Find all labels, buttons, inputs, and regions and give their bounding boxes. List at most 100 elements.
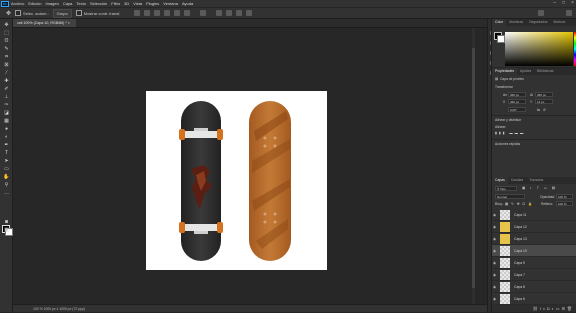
vertical-scrollbar[interactable] — [472, 28, 475, 304]
layer-row[interactable]: ◉ Capa 13 — [492, 233, 576, 245]
tab-swatches[interactable]: Muestras — [506, 19, 526, 26]
search-icon[interactable] — [538, 10, 544, 16]
opacity-field[interactable]: 100 % — [556, 194, 573, 199]
gradient-icon[interactable]: ▦ — [3, 118, 10, 124]
move-icon[interactable]: ✥ — [3, 22, 10, 28]
color-field[interactable] — [505, 32, 573, 66]
tab-color[interactable]: Color — [492, 19, 507, 26]
more-options-icon[interactable] — [200, 10, 207, 16]
brush-icon[interactable]: ✐ — [3, 86, 10, 92]
checkbox-box[interactable] — [75, 10, 82, 16]
document-tab[interactable]: vall 100% (Capa 10, RGB/8#) * × — [13, 19, 76, 27]
tab-paths[interactable]: Trazados — [526, 177, 546, 184]
pen-icon[interactable]: ✒ — [3, 142, 10, 148]
quick-mask-icon[interactable]: ◙ — [3, 219, 10, 225]
quick-actions-heading[interactable]: Acciones rápidas — [495, 142, 520, 146]
menu-imagen[interactable]: Imagen — [45, 0, 58, 7]
minimize-icon[interactable]: – — [553, 0, 556, 7]
layer-filter-dropdown[interactable]: ⚲ Tipo — [495, 186, 517, 191]
crop-icon[interactable]: ⌗ — [3, 54, 10, 60]
3d-slide-icon[interactable] — [246, 10, 253, 16]
align-right-icon[interactable] — [154, 10, 161, 16]
tab-adjustments[interactable]: Ajustes — [517, 68, 534, 75]
visibility-icon[interactable]: ◉ — [493, 285, 496, 289]
zoom-icon[interactable]: ⚲ — [3, 182, 10, 188]
align-top-icon[interactable] — [164, 10, 171, 16]
layer-filter-icons[interactable]: ▣ ◐ T ▭ ▤ — [522, 186, 557, 190]
healing-icon[interactable]: ✚ — [3, 78, 10, 84]
auto-select-dropdown[interactable]: Grupo — [52, 8, 72, 18]
layer-row[interactable]: ◉ Capa 9 — [492, 257, 576, 269]
tab-channels[interactable]: Canales — [508, 177, 526, 184]
fill-field[interactable]: 100 % — [556, 201, 573, 206]
3d-rotate-icon[interactable] — [226, 10, 233, 16]
type-icon[interactable]: T — [3, 150, 10, 156]
history-brush-icon[interactable]: ✑ — [3, 102, 10, 108]
menu-plugins[interactable]: Plugins — [146, 0, 159, 7]
lock-icons[interactable]: ▦ ✎ ✥ ⊡ 🔒 — [505, 202, 533, 206]
document-canvas[interactable] — [146, 91, 327, 270]
marquee-icon[interactable]: ⬚ — [3, 30, 10, 36]
eraser-icon[interactable]: ◪ — [3, 110, 10, 116]
tab-properties[interactable]: Propiedades — [492, 68, 518, 75]
visibility-icon[interactable]: ◉ — [493, 249, 496, 253]
eyedropper-icon[interactable]: ⁄ — [3, 70, 10, 76]
link-icon[interactable]: ⛓ — [533, 306, 540, 311]
align-buttons-icon[interactable]: ▮▮▮ ▬▬▬ — [495, 131, 525, 135]
layer-row[interactable]: ◉ Capa 11 — [492, 209, 576, 221]
transform-heading[interactable]: Transformar — [495, 85, 513, 89]
frame-icon[interactable]: ⊠ — [3, 62, 10, 68]
align-bottom-icon[interactable] — [184, 10, 191, 16]
visibility-icon[interactable]: ◉ — [493, 237, 496, 241]
fx-icon[interactable]: fx — [540, 306, 547, 311]
align-center-icon[interactable] — [144, 10, 151, 16]
visibility-icon[interactable]: ◉ — [493, 297, 496, 301]
delete-icon[interactable]: 🗑 — [567, 306, 574, 311]
menu-edicion[interactable]: Edición — [28, 0, 41, 7]
menu-3d[interactable]: 3D — [124, 0, 129, 7]
align-left-icon[interactable] — [134, 10, 141, 16]
tab-gradients[interactable]: Degradados — [526, 19, 550, 26]
workspace-icon[interactable] — [566, 10, 572, 16]
move-tool-icon[interactable]: ✥ — [6, 10, 11, 17]
menu-filtro[interactable]: Filtro — [111, 0, 120, 7]
quick-select-icon[interactable]: ✎ — [3, 46, 10, 52]
blur-icon[interactable]: ● — [3, 126, 10, 132]
visibility-icon[interactable]: ◉ — [493, 273, 496, 277]
x-field[interactable]: 360 px — [508, 99, 526, 104]
photoshop-logo-icon[interactable]: Ps — [1, 0, 9, 7]
path-select-icon[interactable]: ➤ — [3, 158, 10, 164]
blend-mode-dropdown[interactable]: Normal — [495, 194, 525, 199]
menu-archivo[interactable]: Archivo — [11, 0, 24, 7]
more-tools-icon[interactable]: … — [3, 190, 10, 196]
menu-seleccion[interactable]: Selección — [90, 0, 107, 7]
layer-row[interactable]: ◉ Capa 6 — [492, 293, 576, 305]
checkbox-box[interactable] — [15, 10, 22, 16]
align-middle-icon[interactable] — [174, 10, 181, 16]
lasso-icon[interactable]: ʘ — [3, 38, 10, 44]
visibility-icon[interactable]: ◉ — [493, 261, 496, 265]
visibility-icon[interactable]: ◉ — [493, 225, 496, 229]
layer-row[interactable]: ◉ Capa 7 — [492, 269, 576, 281]
menu-vista[interactable]: Vista — [133, 0, 142, 7]
show-transform-checkbox[interactable]: Mostrar contr. transf. — [75, 10, 120, 16]
screen-mode-icon[interactable]: ▣ — [3, 227, 10, 233]
y-field[interactable]: 14 px — [535, 99, 553, 104]
hand-icon[interactable]: ✋ — [3, 174, 10, 180]
color-panel-background[interactable] — [497, 35, 505, 43]
dodge-icon[interactable]: ◐ — [3, 134, 10, 140]
shape-icon[interactable]: ▭ — [3, 166, 10, 172]
width-field[interactable]: 360 px — [508, 92, 526, 97]
tab-layers[interactable]: Capas — [492, 177, 508, 184]
flip-horizontal-icon[interactable]: ⇋ — [537, 108, 540, 112]
align-heading[interactable]: Alinear y distribuir — [495, 118, 521, 122]
maximize-icon[interactable]: □ — [562, 0, 565, 7]
visibility-icon[interactable]: ◉ — [493, 213, 496, 217]
stamp-icon[interactable]: ⊥ — [3, 94, 10, 100]
layer-row-selected[interactable]: ◉ Capa 10 — [492, 245, 576, 257]
menu-ventana[interactable]: Ventana — [163, 0, 178, 7]
close-icon[interactable]: × — [571, 0, 574, 7]
close-tab-icon[interactable]: × — [68, 21, 70, 25]
scrollbar-thumb[interactable] — [472, 48, 475, 288]
flip-vertical-icon[interactable]: ⇵ — [543, 108, 546, 112]
